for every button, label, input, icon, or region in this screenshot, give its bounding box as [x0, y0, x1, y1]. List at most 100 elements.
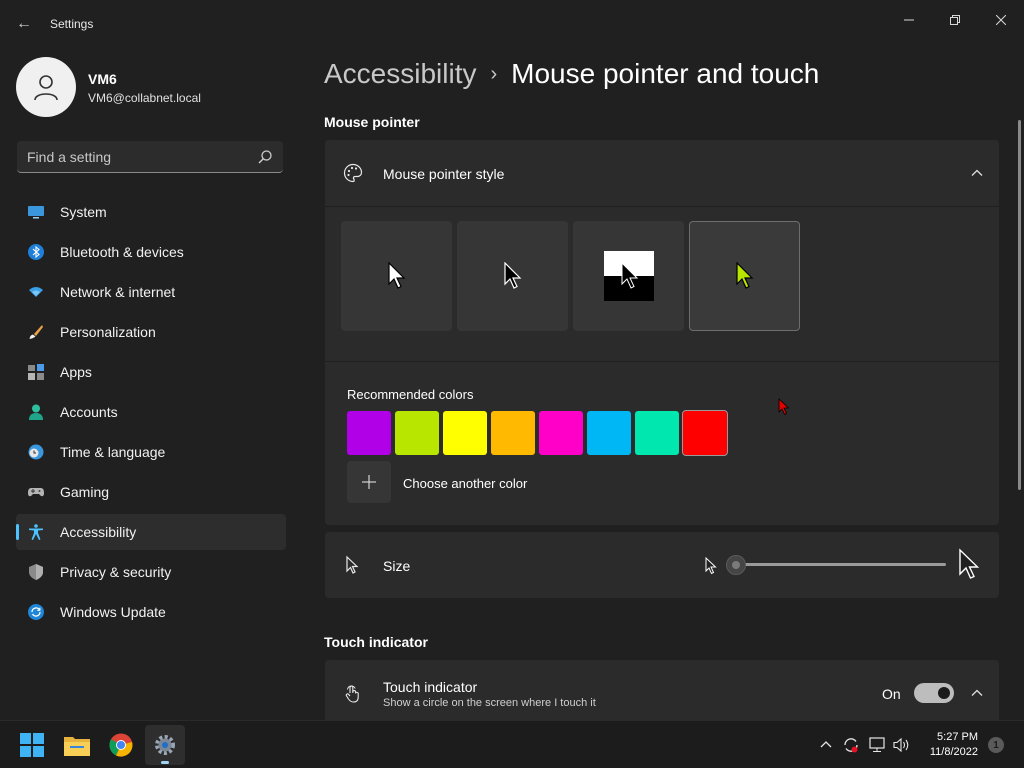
breadcrumb-parent-link[interactable]: Accessibility: [324, 58, 476, 89]
sidebar-item-label: Privacy & security: [60, 564, 172, 580]
chevron-up-icon[interactable]: [969, 165, 985, 181]
cursor-white-icon: [387, 262, 405, 289]
network-status-icon[interactable]: [869, 736, 887, 754]
size-slider-track[interactable]: [738, 563, 946, 566]
file-explorer-button[interactable]: [57, 725, 97, 765]
pointer-style-white[interactable]: [341, 221, 452, 331]
clock[interactable]: 5:27 PM 11/8/2022: [922, 730, 978, 760]
toggle-knob: [938, 687, 950, 699]
update-icon: [28, 604, 44, 620]
color-swatch[interactable]: [491, 411, 535, 455]
sidebar-nav: System Bluetooth & devices Network & int…: [16, 194, 286, 634]
sidebar-item-bluetooth[interactable]: Bluetooth & devices: [16, 234, 286, 270]
page-title: Mouse pointer and touch: [511, 58, 820, 89]
back-button[interactable]: ←: [8, 10, 40, 38]
choose-another-color-label: Choose another color: [403, 476, 528, 491]
cursor-custom-icon: [735, 262, 753, 289]
title-bar: ← Settings: [0, 0, 1024, 48]
cursor-outline-icon: [346, 555, 359, 574]
divider: [325, 206, 999, 207]
search-input[interactable]: [17, 141, 247, 172]
pointer-style-inverted[interactable]: [573, 221, 684, 331]
show-hidden-icons-button[interactable]: [817, 736, 835, 754]
ethernet-icon: [869, 737, 885, 752]
sidebar-item-label: Time & language: [60, 444, 166, 460]
breadcrumb: Accessibility › Mouse pointer and touch: [324, 58, 819, 90]
brush-icon: [29, 325, 43, 339]
sidebar-item-accounts[interactable]: Accounts: [16, 394, 286, 430]
settings-taskbar-button[interactable]: [145, 725, 185, 765]
pointer-style-custom[interactable]: [689, 221, 800, 331]
volume-status-icon[interactable]: [893, 736, 911, 754]
user-profile[interactable]: VM6 VM6@collabnet.local: [16, 57, 286, 117]
color-swatch[interactable]: [443, 411, 487, 455]
person-icon: [29, 404, 43, 420]
cursor-inverted-icon: [603, 251, 654, 301]
restore-button[interactable]: [932, 4, 978, 36]
palette-icon: [343, 163, 363, 183]
sidebar-item-label: Windows Update: [60, 604, 166, 620]
recommended-colors-label: Recommended colors: [347, 387, 474, 402]
sidebar-item-label: Apps: [60, 364, 92, 380]
sync-status-icon[interactable]: [842, 736, 860, 754]
avatar: [16, 57, 76, 117]
color-swatch[interactable]: [539, 411, 583, 455]
section-title-touch-indicator: Touch indicator: [324, 634, 428, 650]
sidebar-item-privacy-security[interactable]: Privacy & security: [16, 554, 286, 590]
clock-date: 11/8/2022: [929, 746, 978, 758]
sidebar-item-label: Personalization: [60, 324, 156, 340]
touch-indicator-toggle[interactable]: [914, 683, 954, 703]
pointer-style-black[interactable]: [457, 221, 568, 331]
sidebar-item-label: Accessibility: [60, 524, 137, 540]
gamepad-icon: [28, 488, 44, 497]
toggle-state-label: On: [882, 686, 901, 702]
sync-recording-icon: [844, 738, 858, 753]
minimize-button[interactable]: [886, 4, 932, 36]
mouse-pointer-style-label: Mouse pointer style: [383, 166, 505, 182]
close-button[interactable]: [978, 4, 1024, 36]
color-swatch[interactable]: [635, 411, 679, 455]
bluetooth-icon: [28, 244, 44, 260]
person-icon: [34, 75, 58, 101]
monitor-icon: [28, 206, 44, 219]
clock-time: 5:27 PM: [937, 731, 978, 743]
sidebar-item-accessibility[interactable]: Accessibility: [16, 514, 286, 550]
sidebar-item-network[interactable]: Network & internet: [16, 274, 286, 310]
color-swatch[interactable]: [347, 411, 391, 455]
touch-indicator-label: Touch indicator: [383, 679, 478, 695]
file-explorer-icon: [64, 737, 90, 756]
color-swatch[interactable]: [395, 411, 439, 455]
plus-icon: [362, 475, 376, 489]
settings-icon: [155, 735, 175, 755]
sidebar-item-system[interactable]: System: [16, 194, 286, 230]
chrome-icon: [109, 733, 133, 757]
arrow-left-icon: ←: [16, 15, 32, 32]
start-button[interactable]: [12, 725, 52, 765]
touch-hand-icon: [345, 685, 359, 703]
color-swatch[interactable]: [587, 411, 631, 455]
sidebar-item-personalization[interactable]: Personalization: [16, 314, 286, 350]
touch-indicator-description: Show a circle on the screen where I touc…: [383, 697, 596, 709]
chrome-button[interactable]: [101, 725, 141, 765]
close-icon: [996, 15, 1006, 25]
size-label: Size: [383, 558, 411, 574]
sidebar-item-time-language[interactable]: Time & language: [16, 434, 286, 470]
color-swatch[interactable]: [682, 410, 728, 456]
search-box[interactable]: [17, 141, 283, 173]
mouse-pointer-style-header[interactable]: Mouse pointer style: [325, 140, 999, 206]
choose-color-button[interactable]: [347, 461, 391, 503]
taskbar: 5:27 PM 11/8/2022 1: [0, 720, 1024, 768]
user-email: VM6@collabnet.local: [88, 91, 201, 105]
sidebar-item-apps[interactable]: Apps: [16, 354, 286, 390]
sidebar-item-label: Accounts: [60, 404, 118, 420]
cursor-small-icon: [705, 557, 717, 575]
size-slider-thumb[interactable]: [726, 555, 746, 575]
notification-badge[interactable]: 1: [988, 737, 1004, 753]
scrollbar[interactable]: [1018, 120, 1021, 490]
chevron-up-icon[interactable]: [969, 685, 985, 701]
apps-icon: [28, 364, 44, 380]
sidebar-item-gaming[interactable]: Gaming: [16, 474, 286, 510]
sidebar-item-windows-update[interactable]: Windows Update: [16, 594, 286, 630]
wifi-icon: [29, 287, 43, 297]
search-icon[interactable]: [257, 149, 273, 165]
